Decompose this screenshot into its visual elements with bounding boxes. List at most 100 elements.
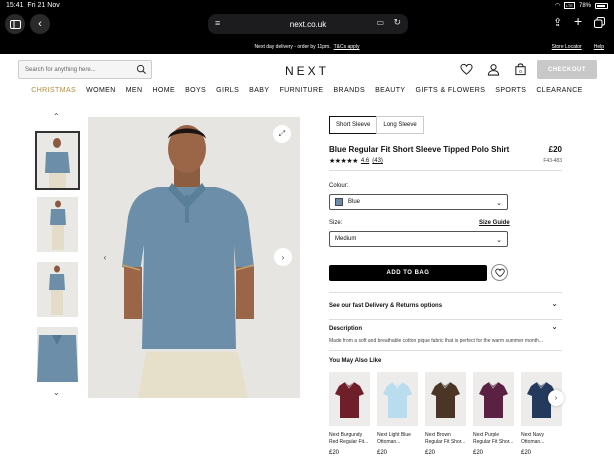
wifi-icon: ◠ bbox=[554, 3, 560, 9]
store-locator-link[interactable]: Store Locator bbox=[552, 44, 582, 50]
chevron-down-icon: ⌄ bbox=[496, 237, 502, 244]
product-card-name[interactable]: Next Burgundy Red Regular Fit... bbox=[329, 432, 370, 446]
nav-item-brands[interactable]: BRANDS bbox=[333, 87, 365, 94]
product-card-name[interactable]: Next Purple Regular Fit Shor... bbox=[473, 432, 514, 446]
image-next-icon[interactable]: › bbox=[274, 248, 292, 266]
promo-bar: Next day delivery - order by 11pm. T&Cs a… bbox=[0, 40, 614, 54]
image-prev-icon[interactable]: ‹ bbox=[96, 248, 114, 266]
reader-icon[interactable]: ▭ bbox=[376, 18, 384, 27]
product-price: £20 bbox=[548, 145, 562, 154]
nav-item-christmas[interactable]: CHRISTMAS bbox=[31, 87, 76, 94]
delivery-returns-row[interactable]: See our fast Delivery & Returns options … bbox=[329, 299, 562, 309]
description-row[interactable]: Description ⌄ bbox=[329, 322, 562, 332]
description-title: Description bbox=[329, 326, 363, 332]
thumbnail-4[interactable] bbox=[37, 327, 78, 382]
thumbs-down-arrow-icon[interactable]: ⌄ bbox=[53, 388, 60, 397]
thumbs-up-arrow-icon[interactable]: ⌃ bbox=[53, 112, 60, 121]
nav-item-girls[interactable]: GIRLS bbox=[216, 87, 239, 94]
product-card-name[interactable]: Next Brown Regular Fit Shor... bbox=[425, 432, 466, 446]
main-nav: CHRISTMAS WOMEN MEN HOME BOYS GIRLS BABY FURNIT… bbox=[0, 87, 614, 94]
new-tab-icon[interactable]: + bbox=[574, 13, 582, 29]
you-may-also-like-title: You May Also Like bbox=[329, 358, 382, 364]
rating[interactable]: ★★★★★ 4.6 (43) bbox=[329, 157, 383, 165]
sleeve-tabs: Short Sleeve Long Sleeve bbox=[329, 116, 424, 134]
colour-select[interactable]: Blue ⌄ bbox=[329, 194, 508, 210]
size-guide-link[interactable]: Size Guide bbox=[479, 220, 510, 226]
carousel-next-icon[interactable]: › bbox=[548, 390, 564, 406]
divider bbox=[329, 350, 562, 351]
battery-label: 78% bbox=[578, 2, 591, 9]
product-card-name[interactable]: Next Light Blue Ottoman... bbox=[377, 432, 418, 446]
product-card[interactable]: Next Purple Regular Fit Shor... £20 bbox=[473, 372, 514, 456]
size-select[interactable]: Medium ⌄ bbox=[329, 231, 508, 247]
size-label: Size: bbox=[329, 220, 343, 226]
product-card[interactable]: Next Burgundy Red Regular Fit... £20 bbox=[329, 372, 370, 456]
thumbnail-2[interactable] bbox=[37, 197, 78, 252]
heart-icon bbox=[494, 268, 505, 277]
chevron-down-icon: ⌄ bbox=[551, 322, 558, 331]
product-card-image[interactable] bbox=[425, 372, 466, 426]
page-settings-icon[interactable]: ≡ bbox=[215, 18, 220, 28]
description-text: Made from a soft and breathable cotton p… bbox=[329, 338, 543, 344]
product-card-price: £20 bbox=[425, 450, 436, 456]
product-card-price: £20 bbox=[377, 450, 388, 456]
chevron-down-icon: ⌄ bbox=[496, 200, 502, 207]
thumbnail-1[interactable] bbox=[35, 131, 80, 190]
account-icon[interactable] bbox=[487, 63, 500, 76]
review-count[interactable]: (43) bbox=[372, 158, 383, 164]
chevron-down-icon: ⌄ bbox=[551, 299, 558, 308]
save-favourite-button[interactable] bbox=[491, 264, 508, 281]
url-text: next.co.uk bbox=[289, 19, 327, 29]
terms-link[interactable]: T&Cs apply bbox=[334, 44, 360, 50]
nav-item-beauty[interactable]: BEAUTY bbox=[375, 87, 405, 94]
bag-icon[interactable]: 0 bbox=[514, 63, 527, 76]
product-card-name[interactable]: Next Navy Ottoman... bbox=[521, 432, 562, 446]
expand-icon[interactable]: ⤢ bbox=[273, 125, 291, 143]
url-bar[interactable]: ≡ next.co.uk ▭ ↻ bbox=[208, 14, 408, 34]
nav-item-women[interactable]: WOMEN bbox=[86, 87, 116, 94]
product-main-image[interactable]: ⤢ ‹ › bbox=[88, 117, 300, 398]
back-icon[interactable]: ‹ bbox=[30, 14, 50, 34]
thumbnail-3[interactable] bbox=[37, 262, 78, 317]
tab-long-sleeve[interactable]: Long Sleeve bbox=[376, 116, 424, 134]
product-card[interactable]: Next Navy Ottoman... £20 bbox=[521, 372, 562, 456]
product-code: F43-483 bbox=[543, 158, 562, 164]
nav-item-baby[interactable]: BABY bbox=[249, 87, 269, 94]
product-card[interactable]: Next Brown Regular Fit Shor... £20 bbox=[425, 372, 466, 456]
product-card[interactable]: Next Light Blue Ottoman... £20 bbox=[377, 372, 418, 456]
divider bbox=[329, 170, 562, 171]
tab-short-sleeve[interactable]: Short Sleeve bbox=[329, 116, 378, 134]
status-time: 15:41 Fri 21 Nov bbox=[6, 2, 60, 9]
browser-chrome: 15:41 Fri 21 Nov ◠ LTE 78% ‹ ≡ next.co.u… bbox=[0, 0, 614, 40]
divider bbox=[329, 292, 562, 293]
sidebar-toggle-icon[interactable] bbox=[5, 14, 25, 34]
product-card-image[interactable] bbox=[473, 372, 514, 426]
product-card-image[interactable] bbox=[329, 372, 370, 426]
divider bbox=[329, 319, 562, 320]
delivery-text: See our fast Delivery & Returns options bbox=[329, 303, 443, 309]
checkout-button[interactable]: CHECKOUT bbox=[537, 60, 597, 79]
nav-item-sports[interactable]: SPORTS bbox=[495, 87, 526, 94]
nav-item-clearance[interactable]: CLEARANCE bbox=[536, 87, 582, 94]
product-card-price: £20 bbox=[521, 450, 532, 456]
share-icon[interactable]: ⇪ bbox=[553, 16, 562, 29]
heart-icon[interactable] bbox=[460, 63, 473, 76]
status-icons: ◠ LTE 78% bbox=[555, 2, 608, 9]
help-link[interactable]: Help bbox=[594, 44, 604, 50]
rating-value: 4.6 bbox=[360, 158, 370, 164]
nav-item-gifts-flowers[interactable]: GIFTS & FLOWERS bbox=[415, 87, 485, 94]
colour-swatch bbox=[335, 198, 343, 206]
nav-item-home[interactable]: HOME bbox=[152, 87, 175, 94]
reload-icon[interactable]: ↻ bbox=[393, 17, 401, 28]
nav-item-boys[interactable]: BOYS bbox=[185, 87, 206, 94]
nav-item-men[interactable]: MEN bbox=[126, 87, 143, 94]
product-title: Blue Regular Fit Short Sleeve Tipped Pol… bbox=[329, 145, 510, 154]
add-to-bag-button[interactable]: ADD TO BAG bbox=[329, 265, 487, 281]
tabs-icon[interactable] bbox=[594, 15, 605, 33]
colour-label: Colour: bbox=[329, 183, 349, 189]
product-card-image[interactable] bbox=[377, 372, 418, 426]
colour-value: Blue bbox=[348, 199, 361, 205]
product-card-price: £20 bbox=[473, 450, 484, 456]
star-rating-icon: ★★★★★ bbox=[329, 158, 358, 165]
nav-item-furniture[interactable]: FURNITURE bbox=[279, 87, 323, 94]
